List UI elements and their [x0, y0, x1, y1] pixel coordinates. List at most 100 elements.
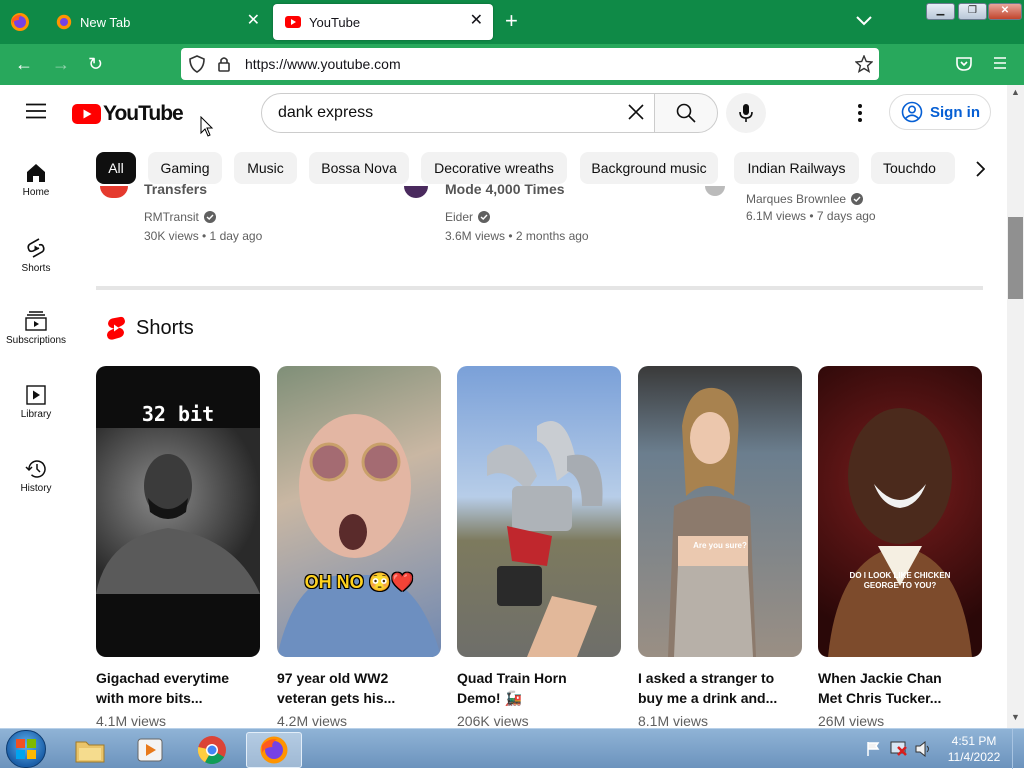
pocket-icon[interactable] — [956, 56, 972, 77]
tab-new-tab[interactable]: New Tab ✕ — [44, 4, 270, 40]
taskbar-firefox[interactable] — [246, 732, 302, 768]
close-tab-icon[interactable]: ✕ — [470, 13, 483, 29]
short-thumbnail[interactable]: DO I LOOK LIKE CHICKEN GEORGE TO YOU? — [818, 366, 982, 657]
clock-date: 11/4/2022 — [947, 750, 1001, 764]
url-text: https://www.youtube.com — [245, 56, 401, 72]
taskbar-media-player[interactable] — [122, 732, 178, 768]
short-title[interactable]: When Jackie Chan Met Chris Tucker... — [818, 668, 982, 708]
short-thumbnail[interactable]: 32 bit — [96, 366, 260, 657]
mouse-cursor — [200, 115, 214, 143]
sidebar-item-history[interactable]: History — [0, 459, 72, 494]
show-desktop-button[interactable] — [1012, 729, 1024, 769]
train-horn-figure — [487, 421, 603, 657]
sidebar-item-subscriptions[interactable]: Subscriptions — [0, 311, 72, 346]
shield-icon[interactable] — [189, 55, 205, 73]
chip-background-music[interactable]: Background music — [580, 152, 718, 184]
tab-youtube[interactable]: YouTube ✕ — [273, 4, 493, 40]
lock-icon[interactable] — [217, 56, 231, 72]
page-scrollbar[interactable]: ▲ ▼ — [1007, 85, 1024, 728]
short-title-line: Quad Train Horn — [457, 670, 567, 686]
short-views: 4.1M views — [96, 713, 167, 729]
voice-search-button[interactable] — [726, 93, 766, 133]
minimize-button[interactable]: ▁ — [926, 3, 955, 20]
tray-action-center-icon[interactable] — [866, 741, 882, 762]
short-title[interactable]: 97 year old WW2 veteran gets his... — [277, 668, 441, 708]
maximize-button[interactable]: ❐ — [958, 3, 987, 20]
section-divider — [96, 286, 983, 290]
sidebar-item-label: Shorts — [21, 263, 51, 274]
new-tab-button[interactable]: + — [505, 10, 518, 32]
settings-more-icon[interactable] — [857, 104, 863, 127]
chip-touchdown[interactable]: Touchdo — [871, 152, 955, 184]
tray-network-icon[interactable] — [890, 741, 908, 762]
forward-icon[interactable]: → — [52, 54, 70, 74]
short-title-line: 97 year old WW2 — [277, 670, 389, 686]
partial-channel-avatar[interactable] — [100, 186, 128, 198]
video-title-partial[interactable]: Transfers — [144, 184, 207, 198]
channel-name-text: Eider — [445, 210, 474, 224]
filter-chip-bar: All Gaming Music Bossa Nova Decorative w… — [96, 152, 986, 186]
chip-decorative-wreaths[interactable]: Decorative wreaths — [421, 152, 567, 184]
youtube-logo[interactable]: YouTube — [72, 102, 184, 126]
short-thumbnail[interactable]: OH NO 😳❤️ — [277, 366, 441, 657]
chip-scroll-right-icon[interactable] — [963, 158, 997, 180]
scroll-up-arrow[interactable]: ▲ — [1011, 87, 1020, 97]
channel-name[interactable]: RMTransit — [144, 210, 216, 224]
search-input[interactable]: dank express — [261, 93, 655, 133]
clear-search-icon[interactable] — [626, 102, 646, 127]
video-title-partial[interactable]: Mode 4,000 Times — [445, 184, 565, 198]
short-views: 206K views — [457, 713, 529, 729]
back-icon[interactable]: ← — [15, 54, 33, 74]
scroll-down-arrow[interactable]: ▼ — [1011, 712, 1020, 722]
home-icon — [27, 164, 45, 182]
tab-label: YouTube — [309, 14, 361, 30]
short-thumbnail[interactable]: Are you sure? — [638, 366, 802, 657]
short-title-line: Demo! 🚂 — [457, 690, 522, 706]
tray-clock[interactable]: 4:51 PM 11/4/2022 — [940, 733, 1008, 765]
sidebar-item-shorts[interactable]: Shorts — [0, 237, 72, 274]
partial-channel-avatar[interactable] — [705, 186, 725, 196]
chip-bossa-nova[interactable]: Bossa Nova — [309, 152, 409, 184]
list-all-tabs-icon[interactable] — [856, 13, 872, 31]
bookmark-star-icon[interactable] — [855, 55, 873, 73]
short-views: 8.1M views — [638, 713, 709, 729]
short-title-line: veteran gets his... — [277, 690, 396, 706]
guide-menu-icon[interactable] — [26, 103, 46, 124]
reload-icon[interactable]: ↻ — [88, 54, 103, 74]
taskbar-explorer[interactable] — [62, 732, 118, 768]
verified-icon — [851, 193, 864, 205]
chip-indian-railways[interactable]: Indian Railways — [734, 152, 859, 184]
short-title[interactable]: I asked a stranger to buy me a drink and… — [638, 668, 802, 708]
search-button[interactable] — [654, 93, 718, 133]
chip-music[interactable]: Music — [234, 152, 297, 184]
scrollbar-thumb[interactable] — [1008, 217, 1023, 299]
chrome-icon — [197, 736, 226, 764]
firefox-menu-icon[interactable] — [10, 12, 30, 32]
tray-volume-icon[interactable] — [915, 740, 933, 762]
channel-name[interactable]: Marques Brownlee — [746, 192, 864, 206]
microphone-icon — [739, 104, 753, 122]
short-title[interactable]: Quad Train Horn Demo! 🚂 — [457, 668, 621, 708]
video-stats: 3.6M views • 2 months ago — [445, 229, 589, 243]
start-button[interactable] — [6, 730, 46, 768]
app-menu-icon[interactable] — [993, 56, 1007, 75]
short-overlay-text: DO I LOOK LIKE CHICKEN GEORGE TO YOU? — [849, 571, 951, 590]
channel-name[interactable]: Eider — [445, 210, 491, 224]
short-thumbnail[interactable] — [457, 366, 621, 657]
chip-gaming[interactable]: Gaming — [148, 152, 222, 184]
sign-in-button[interactable]: Sign in — [889, 94, 991, 130]
sidebar-item-library[interactable]: Library — [0, 385, 72, 420]
chip-all[interactable]: All — [96, 152, 136, 184]
url-bar[interactable]: https://www.youtube.com — [181, 48, 879, 80]
sidebar-item-label: Library — [20, 409, 52, 420]
sidebar-item-home[interactable]: Home — [0, 163, 72, 198]
close-window-button[interactable]: ✕ — [988, 3, 1022, 20]
short-title[interactable]: Gigachad everytime with more bits... — [96, 668, 260, 708]
taskbar-chrome[interactable] — [184, 732, 240, 768]
folder-icon — [75, 741, 105, 763]
sidebar-item-label: Subscriptions — [5, 335, 67, 346]
sidebar-item-label: Home — [22, 187, 50, 198]
media-player-icon — [137, 738, 163, 762]
close-tab-icon[interactable]: ✕ — [247, 13, 260, 29]
partial-channel-avatar[interactable] — [404, 186, 428, 198]
